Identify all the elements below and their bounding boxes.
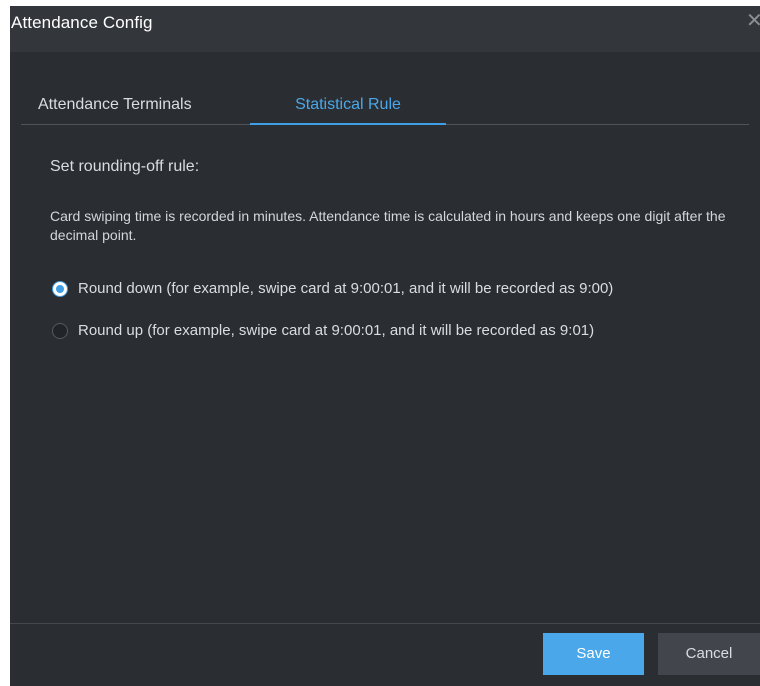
save-button[interactable]: Save: [543, 633, 644, 675]
cancel-button[interactable]: Cancel: [658, 633, 760, 675]
attendance-config-dialog: Attendance Config ✕ Attendance Terminals…: [10, 6, 760, 686]
tab-statistical-rule[interactable]: Statistical Rule: [250, 94, 446, 125]
dialog-title: Attendance Config: [11, 13, 153, 32]
footer-divider: [10, 623, 760, 624]
dialog-titlebar: Attendance Config ✕: [10, 6, 760, 52]
round-down-radio[interactable]: [52, 281, 68, 297]
tab-bar: Attendance Terminals Statistical Rule: [21, 94, 749, 125]
round-up-label: Round up (for example, swipe card at 9:0…: [78, 322, 595, 339]
close-icon[interactable]: ✕: [746, 10, 760, 32]
rounding-rule-description: Card swiping time is recorded in minutes…: [50, 208, 726, 243]
round-down-label: Round down (for example, swipe card at 9…: [78, 280, 614, 297]
rounding-rule-heading: Set rounding-off rule:: [50, 158, 200, 175]
round-down-option[interactable]: Round down (for example, swipe card at 9…: [50, 279, 755, 301]
round-up-radio[interactable]: [52, 323, 68, 339]
tab-attendance-terminals[interactable]: Attendance Terminals: [38, 94, 192, 123]
round-up-option[interactable]: Round up (for example, swipe card at 9:0…: [50, 321, 755, 343]
